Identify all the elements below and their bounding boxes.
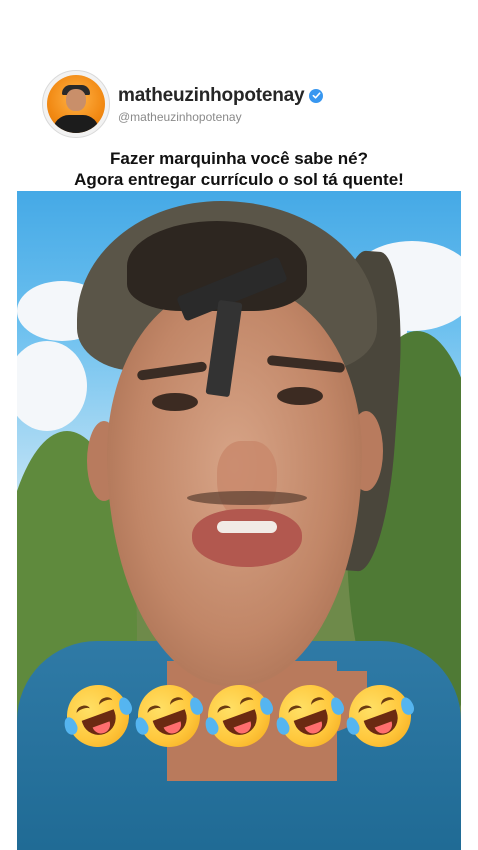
video-frame[interactable] bbox=[17, 191, 461, 850]
emoji-overlay bbox=[58, 676, 420, 756]
profile-photo bbox=[47, 75, 105, 133]
teeth bbox=[217, 521, 277, 533]
rolling-laughing-emoji-icon bbox=[199, 676, 279, 756]
rolling-laughing-emoji-icon bbox=[269, 676, 350, 756]
rolling-laughing-emoji-icon bbox=[128, 676, 209, 756]
person bbox=[17, 191, 461, 850]
account-handle[interactable]: @matheuzinhopotenay bbox=[118, 110, 323, 124]
verified-badge-icon bbox=[309, 88, 324, 103]
mouth bbox=[192, 509, 302, 567]
post-header: matheuzinhopotenay @matheuzinhopotenay bbox=[42, 68, 342, 140]
rolling-laughing-emoji-icon bbox=[58, 676, 138, 756]
eye-right bbox=[277, 387, 323, 405]
account-names: matheuzinhopotenay @matheuzinhopotenay bbox=[118, 85, 324, 124]
eye-left bbox=[152, 393, 198, 411]
caption-line-2: Agora entregar currículo o sol tá quente… bbox=[74, 170, 404, 189]
rolling-laughing-emoji-icon bbox=[340, 676, 420, 756]
avatar[interactable] bbox=[42, 70, 110, 138]
display-name[interactable]: matheuzinhopotenay bbox=[118, 85, 305, 107]
mustache bbox=[187, 491, 307, 505]
post-caption: Fazer marquinha você sabe né? Agora entr… bbox=[0, 148, 478, 190]
caption-line-1: Fazer marquinha você sabe né? bbox=[110, 149, 368, 168]
